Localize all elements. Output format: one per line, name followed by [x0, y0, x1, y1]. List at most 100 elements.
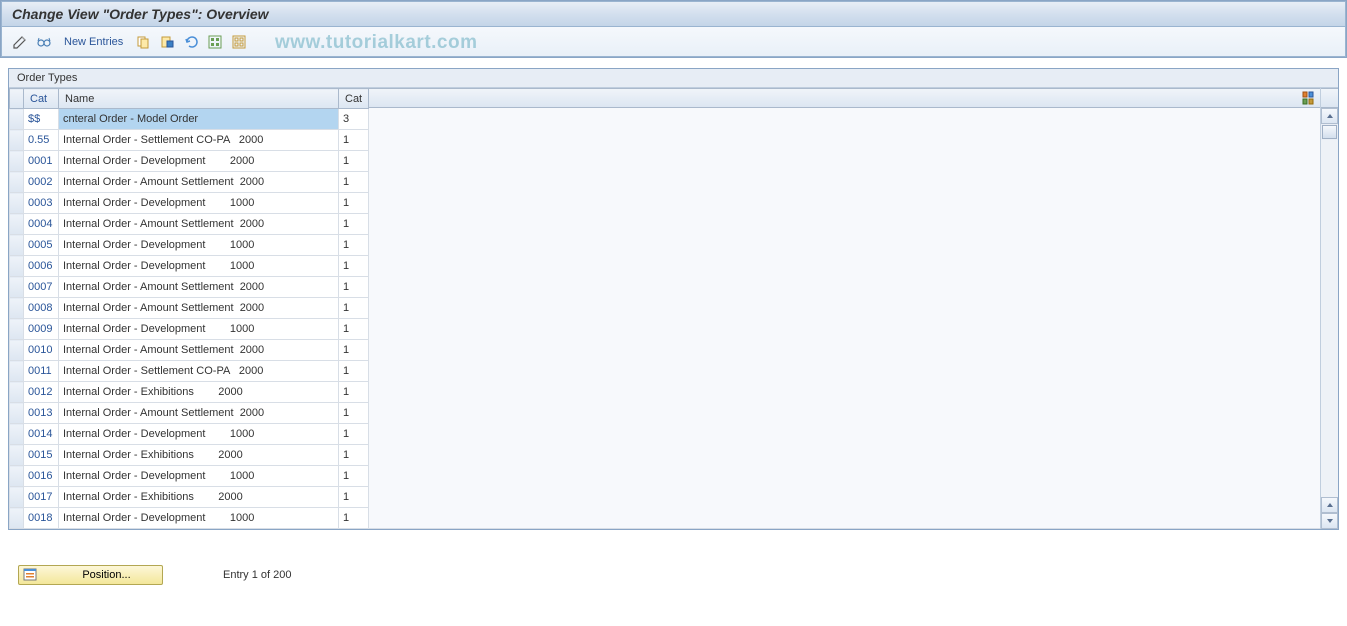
undo-icon[interactable]	[181, 32, 201, 52]
cell-name[interactable]: Internal Order - Amount Settlement 2000	[59, 277, 339, 298]
cell-cat[interactable]: 0010	[24, 340, 59, 361]
row-selector[interactable]	[10, 466, 24, 487]
cell-cat2[interactable]: 1	[339, 340, 369, 361]
scroll-down-icon[interactable]	[1321, 513, 1338, 529]
cell-cat[interactable]: 0008	[24, 298, 59, 319]
cell-cat[interactable]: 0001	[24, 151, 59, 172]
row-selector[interactable]	[10, 109, 24, 130]
table-row[interactable]: 0006Internal Order - Development 10001	[10, 256, 369, 277]
cell-name[interactable]: Internal Order - Amount Settlement 2000	[59, 340, 339, 361]
copy-icon[interactable]	[133, 32, 153, 52]
cell-cat[interactable]: 0011	[24, 361, 59, 382]
cell-cat2[interactable]: 1	[339, 151, 369, 172]
row-selector[interactable]	[10, 361, 24, 382]
cell-cat[interactable]: 0005	[24, 235, 59, 256]
cell-cat2[interactable]: 1	[339, 256, 369, 277]
position-button[interactable]: Position...	[18, 565, 163, 585]
cell-cat2[interactable]: 1	[339, 445, 369, 466]
row-selector[interactable]	[10, 445, 24, 466]
table-row[interactable]: 0008Internal Order - Amount Settlement 2…	[10, 298, 369, 319]
cell-cat2[interactable]: 1	[339, 319, 369, 340]
cell-name[interactable]: Internal Order - Development 1000	[59, 256, 339, 277]
table-row[interactable]: 0002Internal Order - Amount Settlement 2…	[10, 172, 369, 193]
table-row[interactable]: 0015Internal Order - Exhibitions 20001	[10, 445, 369, 466]
scroll-track[interactable]	[1321, 140, 1338, 497]
row-selector[interactable]	[10, 256, 24, 277]
cell-name[interactable]: cnteral Order - Model Order	[59, 109, 339, 130]
cell-cat[interactable]: 0006	[24, 256, 59, 277]
cell-name[interactable]: Internal Order - Development 1000	[59, 193, 339, 214]
cell-cat2[interactable]: 1	[339, 172, 369, 193]
cell-cat[interactable]: 0004	[24, 214, 59, 235]
cell-cat2[interactable]: 1	[339, 214, 369, 235]
cell-name[interactable]: Internal Order - Development 2000	[59, 151, 339, 172]
table-row[interactable]: 0003Internal Order - Development 10001	[10, 193, 369, 214]
table-row[interactable]: 0005Internal Order - Development 10001	[10, 235, 369, 256]
cell-cat[interactable]: 0018	[24, 508, 59, 529]
cell-cat[interactable]: 0007	[24, 277, 59, 298]
table-row[interactable]: 0014Internal Order - Development 10001	[10, 424, 369, 445]
table-row[interactable]: 0018Internal Order - Development 10001	[10, 508, 369, 529]
table-row[interactable]: 0009Internal Order - Development 10001	[10, 319, 369, 340]
row-selector[interactable]	[10, 424, 24, 445]
scroll-up-icon[interactable]	[1321, 108, 1338, 124]
row-selector[interactable]	[10, 193, 24, 214]
cell-cat2[interactable]: 1	[339, 235, 369, 256]
cell-cat[interactable]: $$	[24, 109, 59, 130]
row-selector[interactable]	[10, 172, 24, 193]
cell-name[interactable]: Internal Order - Settlement CO-PA 2000	[59, 361, 339, 382]
cell-name[interactable]: Internal Order - Amount Settlement 2000	[59, 214, 339, 235]
row-selector[interactable]	[10, 319, 24, 340]
cell-cat[interactable]: 0015	[24, 445, 59, 466]
table-row[interactable]: 0004Internal Order - Amount Settlement 2…	[10, 214, 369, 235]
cell-cat[interactable]: 0014	[24, 424, 59, 445]
cell-cat[interactable]: 0017	[24, 487, 59, 508]
cell-name[interactable]: Internal Order - Development 1000	[59, 508, 339, 529]
cell-cat2[interactable]: 1	[339, 277, 369, 298]
delete-icon[interactable]	[157, 32, 177, 52]
table-row[interactable]: 0.55Internal Order - Settlement CO-PA 20…	[10, 130, 369, 151]
cell-name[interactable]: Internal Order - Amount Settlement 2000	[59, 298, 339, 319]
table-row[interactable]: 0016Internal Order - Development 10001	[10, 466, 369, 487]
column-header-cat[interactable]: Cat	[24, 89, 59, 109]
cell-name[interactable]: Internal Order - Development 1000	[59, 319, 339, 340]
table-row[interactable]: 0007Internal Order - Amount Settlement 2…	[10, 277, 369, 298]
column-header-name[interactable]: Name	[59, 89, 339, 109]
row-selector[interactable]	[10, 298, 24, 319]
row-selector[interactable]	[10, 214, 24, 235]
cell-cat2[interactable]: 1	[339, 382, 369, 403]
table-row[interactable]: 0012Internal Order - Exhibitions 20001	[10, 382, 369, 403]
vertical-scrollbar[interactable]	[1320, 88, 1338, 529]
cell-cat[interactable]: 0009	[24, 319, 59, 340]
change-icon[interactable]	[10, 32, 30, 52]
table-row[interactable]: 0011Internal Order - Settlement CO-PA 20…	[10, 361, 369, 382]
scroll-thumb[interactable]	[1322, 125, 1337, 139]
cell-cat2[interactable]: 1	[339, 487, 369, 508]
deselect-all-icon[interactable]	[229, 32, 249, 52]
cell-name[interactable]: Internal Order - Development 1000	[59, 235, 339, 256]
cell-name[interactable]: Internal Order - Exhibitions 2000	[59, 487, 339, 508]
row-selector[interactable]	[10, 487, 24, 508]
cell-cat[interactable]: 0002	[24, 172, 59, 193]
row-selector[interactable]	[10, 235, 24, 256]
row-selector[interactable]	[10, 130, 24, 151]
cell-name[interactable]: Internal Order - Development 1000	[59, 424, 339, 445]
cell-cat[interactable]: 0013	[24, 403, 59, 424]
cell-name[interactable]: Internal Order - Amount Settlement 2000	[59, 403, 339, 424]
cell-cat2[interactable]: 3	[339, 109, 369, 130]
table-settings-icon[interactable]	[1301, 90, 1317, 106]
table-row[interactable]: $$cnteral Order - Model Order3	[10, 109, 369, 130]
cell-name[interactable]: Internal Order - Development 1000	[59, 466, 339, 487]
cell-cat2[interactable]: 1	[339, 361, 369, 382]
select-all-icon[interactable]	[205, 32, 225, 52]
cell-cat2[interactable]: 1	[339, 403, 369, 424]
table-row[interactable]: 0013Internal Order - Amount Settlement 2…	[10, 403, 369, 424]
cell-name[interactable]: Internal Order - Amount Settlement 2000	[59, 172, 339, 193]
cell-cat2[interactable]: 1	[339, 508, 369, 529]
row-selector[interactable]	[10, 508, 24, 529]
row-selector[interactable]	[10, 382, 24, 403]
table-row[interactable]: 0010Internal Order - Amount Settlement 2…	[10, 340, 369, 361]
cell-cat2[interactable]: 1	[339, 298, 369, 319]
column-header-cat2[interactable]: Cat	[339, 89, 369, 109]
row-selector[interactable]	[10, 403, 24, 424]
